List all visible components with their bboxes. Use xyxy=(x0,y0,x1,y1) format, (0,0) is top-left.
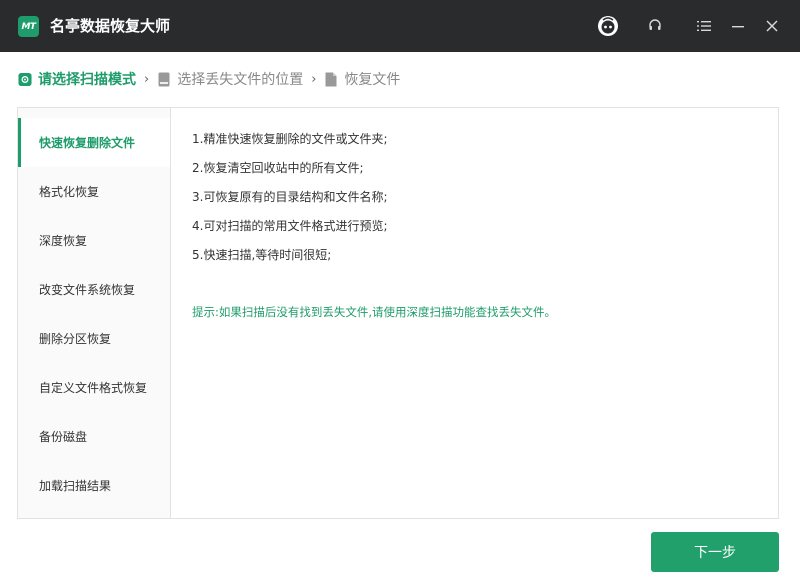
app-logo-icon: MT xyxy=(18,16,39,37)
sidebar-item-load-scan-result[interactable]: 加载扫描结果 xyxy=(18,461,170,510)
tip-text: 提示:如果扫描后没有找到丢失文件,请使用深度扫描功能查找丢失文件。 xyxy=(192,305,557,319)
breadcrumb-step-location: 选择丢失文件的位置 xyxy=(157,69,303,89)
sidebar-item-backup-disk[interactable]: 备份磁盘 xyxy=(18,412,170,461)
feature-line: 5.快速扫描,等待时间很短; xyxy=(192,248,332,262)
title-bar: MT 名亭数据恢复大师 xyxy=(0,0,800,52)
sidebar-item-custom-format-recover[interactable]: 自定义文件格式恢复 xyxy=(18,363,170,412)
drive-icon xyxy=(158,72,170,86)
breadcrumb-label: 请选择扫描模式 xyxy=(38,72,136,88)
breadcrumb-step-recover: 恢复文件 xyxy=(324,69,400,89)
breadcrumb-label: 恢复文件 xyxy=(344,72,401,88)
breadcrumb-label: 选择丢失文件的位置 xyxy=(177,72,304,88)
sidebar-item-deep-recover[interactable]: 深度恢复 xyxy=(18,216,170,265)
sidebar-item-label: 格式化恢复 xyxy=(39,185,100,199)
sidebar-item-quick-recover[interactable]: 快速恢复删除文件 xyxy=(18,118,170,167)
minimize-icon[interactable] xyxy=(726,14,750,38)
feature-line: 3.可恢复原有的目录结构和文件名称; xyxy=(192,190,388,204)
headset-icon[interactable] xyxy=(643,14,667,38)
scan-mode-icon xyxy=(18,72,32,86)
feature-line: 2.恢复清空回收站中的所有文件; xyxy=(192,161,364,175)
app-logo-text: MT xyxy=(21,21,36,32)
scan-mode-sidebar: 快速恢复删除文件 格式化恢复 深度恢复 改变文件系统恢复 删除分区恢复 自定义文… xyxy=(18,108,171,518)
sidebar-item-partition-recover[interactable]: 删除分区恢复 xyxy=(18,314,170,363)
sidebar-item-label: 备份磁盘 xyxy=(39,430,88,444)
close-icon[interactable] xyxy=(760,14,784,38)
breadcrumb-step-scan-mode: 请选择扫描模式 xyxy=(18,69,136,89)
main-panel: 快速恢复删除文件 格式化恢复 深度恢复 改变文件系统恢复 删除分区恢复 自定义文… xyxy=(17,107,779,519)
sidebar-item-label: 自定义文件格式恢复 xyxy=(39,381,148,395)
sidebar-item-filesystem-recover[interactable]: 改变文件系统恢复 xyxy=(18,265,170,314)
file-icon xyxy=(325,72,337,86)
sidebar-item-label: 加载扫描结果 xyxy=(39,479,112,493)
sidebar-item-label: 快速恢复删除文件 xyxy=(39,136,136,150)
breadcrumb: 请选择扫描模式 › 选择丢失文件的位置 › 恢复文件 xyxy=(18,68,400,90)
breadcrumb-separator: › xyxy=(144,71,150,87)
sidebar-item-label: 改变文件系统恢复 xyxy=(39,283,136,297)
avatar-icon[interactable] xyxy=(596,14,620,38)
app-title: 名亭数据恢复大师 xyxy=(50,17,171,35)
feature-line: 1.精准快速恢复删除的文件或文件夹; xyxy=(192,132,388,146)
sidebar-item-format-recover[interactable]: 格式化恢复 xyxy=(18,167,170,216)
next-button[interactable]: 下一步 xyxy=(651,532,779,572)
sidebar-item-label: 深度恢复 xyxy=(39,234,88,248)
feature-line: 4.可对扫描的常用文件格式进行预览; xyxy=(192,219,388,233)
breadcrumb-separator: › xyxy=(311,71,317,87)
sidebar-item-label: 删除分区恢复 xyxy=(39,332,112,346)
menu-icon[interactable] xyxy=(692,14,716,38)
